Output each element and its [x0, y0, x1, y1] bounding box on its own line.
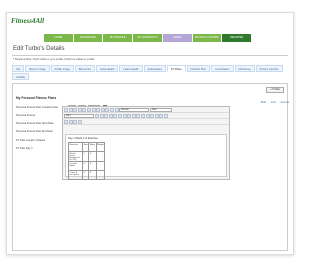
page-title: Edit Turbo's Details: [13, 46, 65, 52]
align-center-icon[interactable]: [145, 113, 150, 118]
profile-tabs: Info Banner Image Profile Image Biometri…: [12, 65, 288, 81]
size-select[interactable]: Size: [150, 107, 173, 112]
format-select[interactable]: Normal: [119, 107, 150, 112]
table-cell: [95, 170, 106, 180]
select-all-icon[interactable]: [109, 107, 114, 112]
superscript-icon[interactable]: [117, 113, 122, 118]
nav-admin[interactable]: ADMIN: [162, 34, 192, 42]
bold-icon[interactable]: [95, 113, 99, 118]
tab-initial-health[interactable]: Initial Health: [96, 65, 119, 72]
editor-link-link[interactable]: Link: [271, 101, 276, 104]
table-row: Chest & arm press 3 4: [68, 170, 106, 180]
source-icon[interactable]: [64, 107, 68, 112]
form-row-day-1: PT Plan Day 1: [16, 145, 68, 151]
bg-color-icon[interactable]: [68, 119, 73, 124]
paste-icon[interactable]: [86, 107, 91, 112]
field-label: Personal Fitness Plan Creation Date: [16, 105, 58, 109]
nav-blogs-forums[interactable]: BLOGS & FORUMS: [192, 34, 222, 42]
tab-actually[interactable]: Actually: [12, 73, 30, 80]
redo-icon[interactable]: [96, 107, 101, 112]
table-cell: Reps: [88, 142, 97, 152]
table-cell: 4: [88, 151, 97, 162]
main-nav: HOME DASHBOARD MY PROFILE MY WORKOUTS AD…: [44, 34, 252, 42]
font-select[interactable]: Font: [64, 113, 94, 118]
preview-icon[interactable]: [73, 107, 78, 112]
table-cell: [95, 161, 106, 171]
table-cell: 4: [88, 170, 97, 180]
subscript-icon[interactable]: [113, 113, 118, 118]
required-note: * Required field • Field visible to your…: [13, 58, 94, 61]
table-row: Lat pull down 4 6: [68, 161, 106, 171]
field-label: PT Plan Day 1: [16, 146, 33, 150]
nav-my-workouts[interactable]: MY WORKOUTS: [133, 34, 162, 42]
ordered-list-icon[interactable]: [122, 113, 127, 118]
editor-link-bold[interactable]: Bold: [261, 101, 266, 104]
editor-document[interactable]: Day 1 Week 4 of Exercise Exercise Sets R…: [65, 134, 227, 180]
table-row: Exercise Sets Reps Weight: [68, 142, 106, 152]
add-profile-button[interactable]: + Profile: [266, 87, 284, 93]
link-icon[interactable]: [154, 113, 159, 118]
align-right-icon[interactable]: [150, 113, 155, 118]
tab-banner-image[interactable]: Banner Image: [25, 65, 50, 72]
field-label: Personal Fitness Plan Start Date: [16, 121, 54, 125]
table-cell: Exercise: [68, 142, 83, 152]
tab-privacy-controls[interactable]: Privacy Controls: [255, 65, 283, 72]
doc-heading: Day 1 Week 4 of Exercise: [68, 137, 98, 140]
nav-register[interactable]: REGISTER: [222, 34, 252, 42]
nav-dashboard[interactable]: DASHBOARD: [73, 34, 103, 42]
tab-refers-leave[interactable]: Refers/leave: [143, 65, 167, 72]
field-label: Personal Fitness Plan End Date: [16, 129, 53, 133]
spellcheck-icon[interactable]: [114, 107, 119, 112]
show-blocks-icon[interactable]: [77, 119, 82, 124]
align-left-icon[interactable]: [140, 113, 145, 118]
editor-link-format[interactable]: Format: [281, 101, 289, 104]
strike-icon[interactable]: [108, 113, 113, 118]
exercise-table: Exercise Sets Reps Weight Bench press (w…: [68, 142, 106, 180]
nav-home[interactable]: HOME: [44, 34, 73, 42]
section-title: My Personal Fitness Plans: [16, 96, 57, 100]
text-color-icon[interactable]: [64, 119, 68, 124]
top-bar: Fitness4All HOME DASHBOARD MY PROFILE MY…: [7, 13, 293, 43]
tab-profile-image[interactable]: Profile Image: [50, 65, 74, 72]
tab-latest-health[interactable]: Latest Health: [119, 65, 143, 72]
field-label: Personal Fitness: [16, 113, 36, 117]
tab-consultation[interactable]: Consultation: [211, 65, 234, 72]
field-label: PT Plan Length in Weeks: [16, 138, 46, 142]
tab-nutrition-plan[interactable]: Nutrition Plan: [186, 65, 211, 72]
tab-monitoring[interactable]: Monitoring: [234, 65, 255, 72]
table-cell: [95, 151, 106, 162]
divider: [12, 55, 288, 56]
tab-ft-plans[interactable]: FT Plans: [167, 65, 186, 72]
table-cell: Lat pull down: [68, 161, 83, 171]
editor-toolbar-row-3: [63, 119, 229, 125]
table-row: Bench press (weight 4 x 8 x 10) 3 4: [68, 151, 106, 162]
italic-icon[interactable]: [99, 113, 104, 118]
editor-links: Bold Link Format: [261, 101, 289, 104]
table-cell: Bench press (weight 4 x 8 x 10): [68, 151, 83, 162]
copy-icon[interactable]: [82, 107, 87, 112]
find-icon[interactable]: [100, 107, 105, 112]
bullet-list-icon[interactable]: [127, 113, 132, 118]
new-page-icon[interactable]: [68, 107, 73, 112]
tab-biometrics[interactable]: Biometrics: [74, 65, 96, 72]
table-cell: Chest & arm press: [68, 170, 83, 180]
tab-info[interactable]: Info: [12, 65, 25, 72]
table-icon[interactable]: [163, 113, 168, 118]
outdent-icon[interactable]: [131, 113, 136, 118]
replace-icon[interactable]: [105, 107, 110, 112]
logo: Fitness4All: [11, 17, 45, 25]
table-cell: 6: [88, 161, 97, 171]
underline-icon[interactable]: [104, 113, 109, 118]
indent-icon[interactable]: [136, 113, 141, 118]
table-cell: Weight: [95, 142, 106, 152]
cut-icon[interactable]: [77, 107, 82, 112]
image-icon[interactable]: [159, 113, 164, 118]
page-card: Fitness4All HOME DASHBOARD MY PROFILE MY…: [6, 12, 294, 255]
maximize-icon[interactable]: [73, 119, 78, 124]
undo-icon[interactable]: [91, 107, 96, 112]
nav-my-profile[interactable]: MY PROFILE: [103, 34, 133, 42]
required-note-text: Required field • Field visible to your p…: [14, 58, 95, 61]
rich-text-editor: Normal Size Font Day 1 Week 4 of Exercis…: [62, 106, 230, 180]
